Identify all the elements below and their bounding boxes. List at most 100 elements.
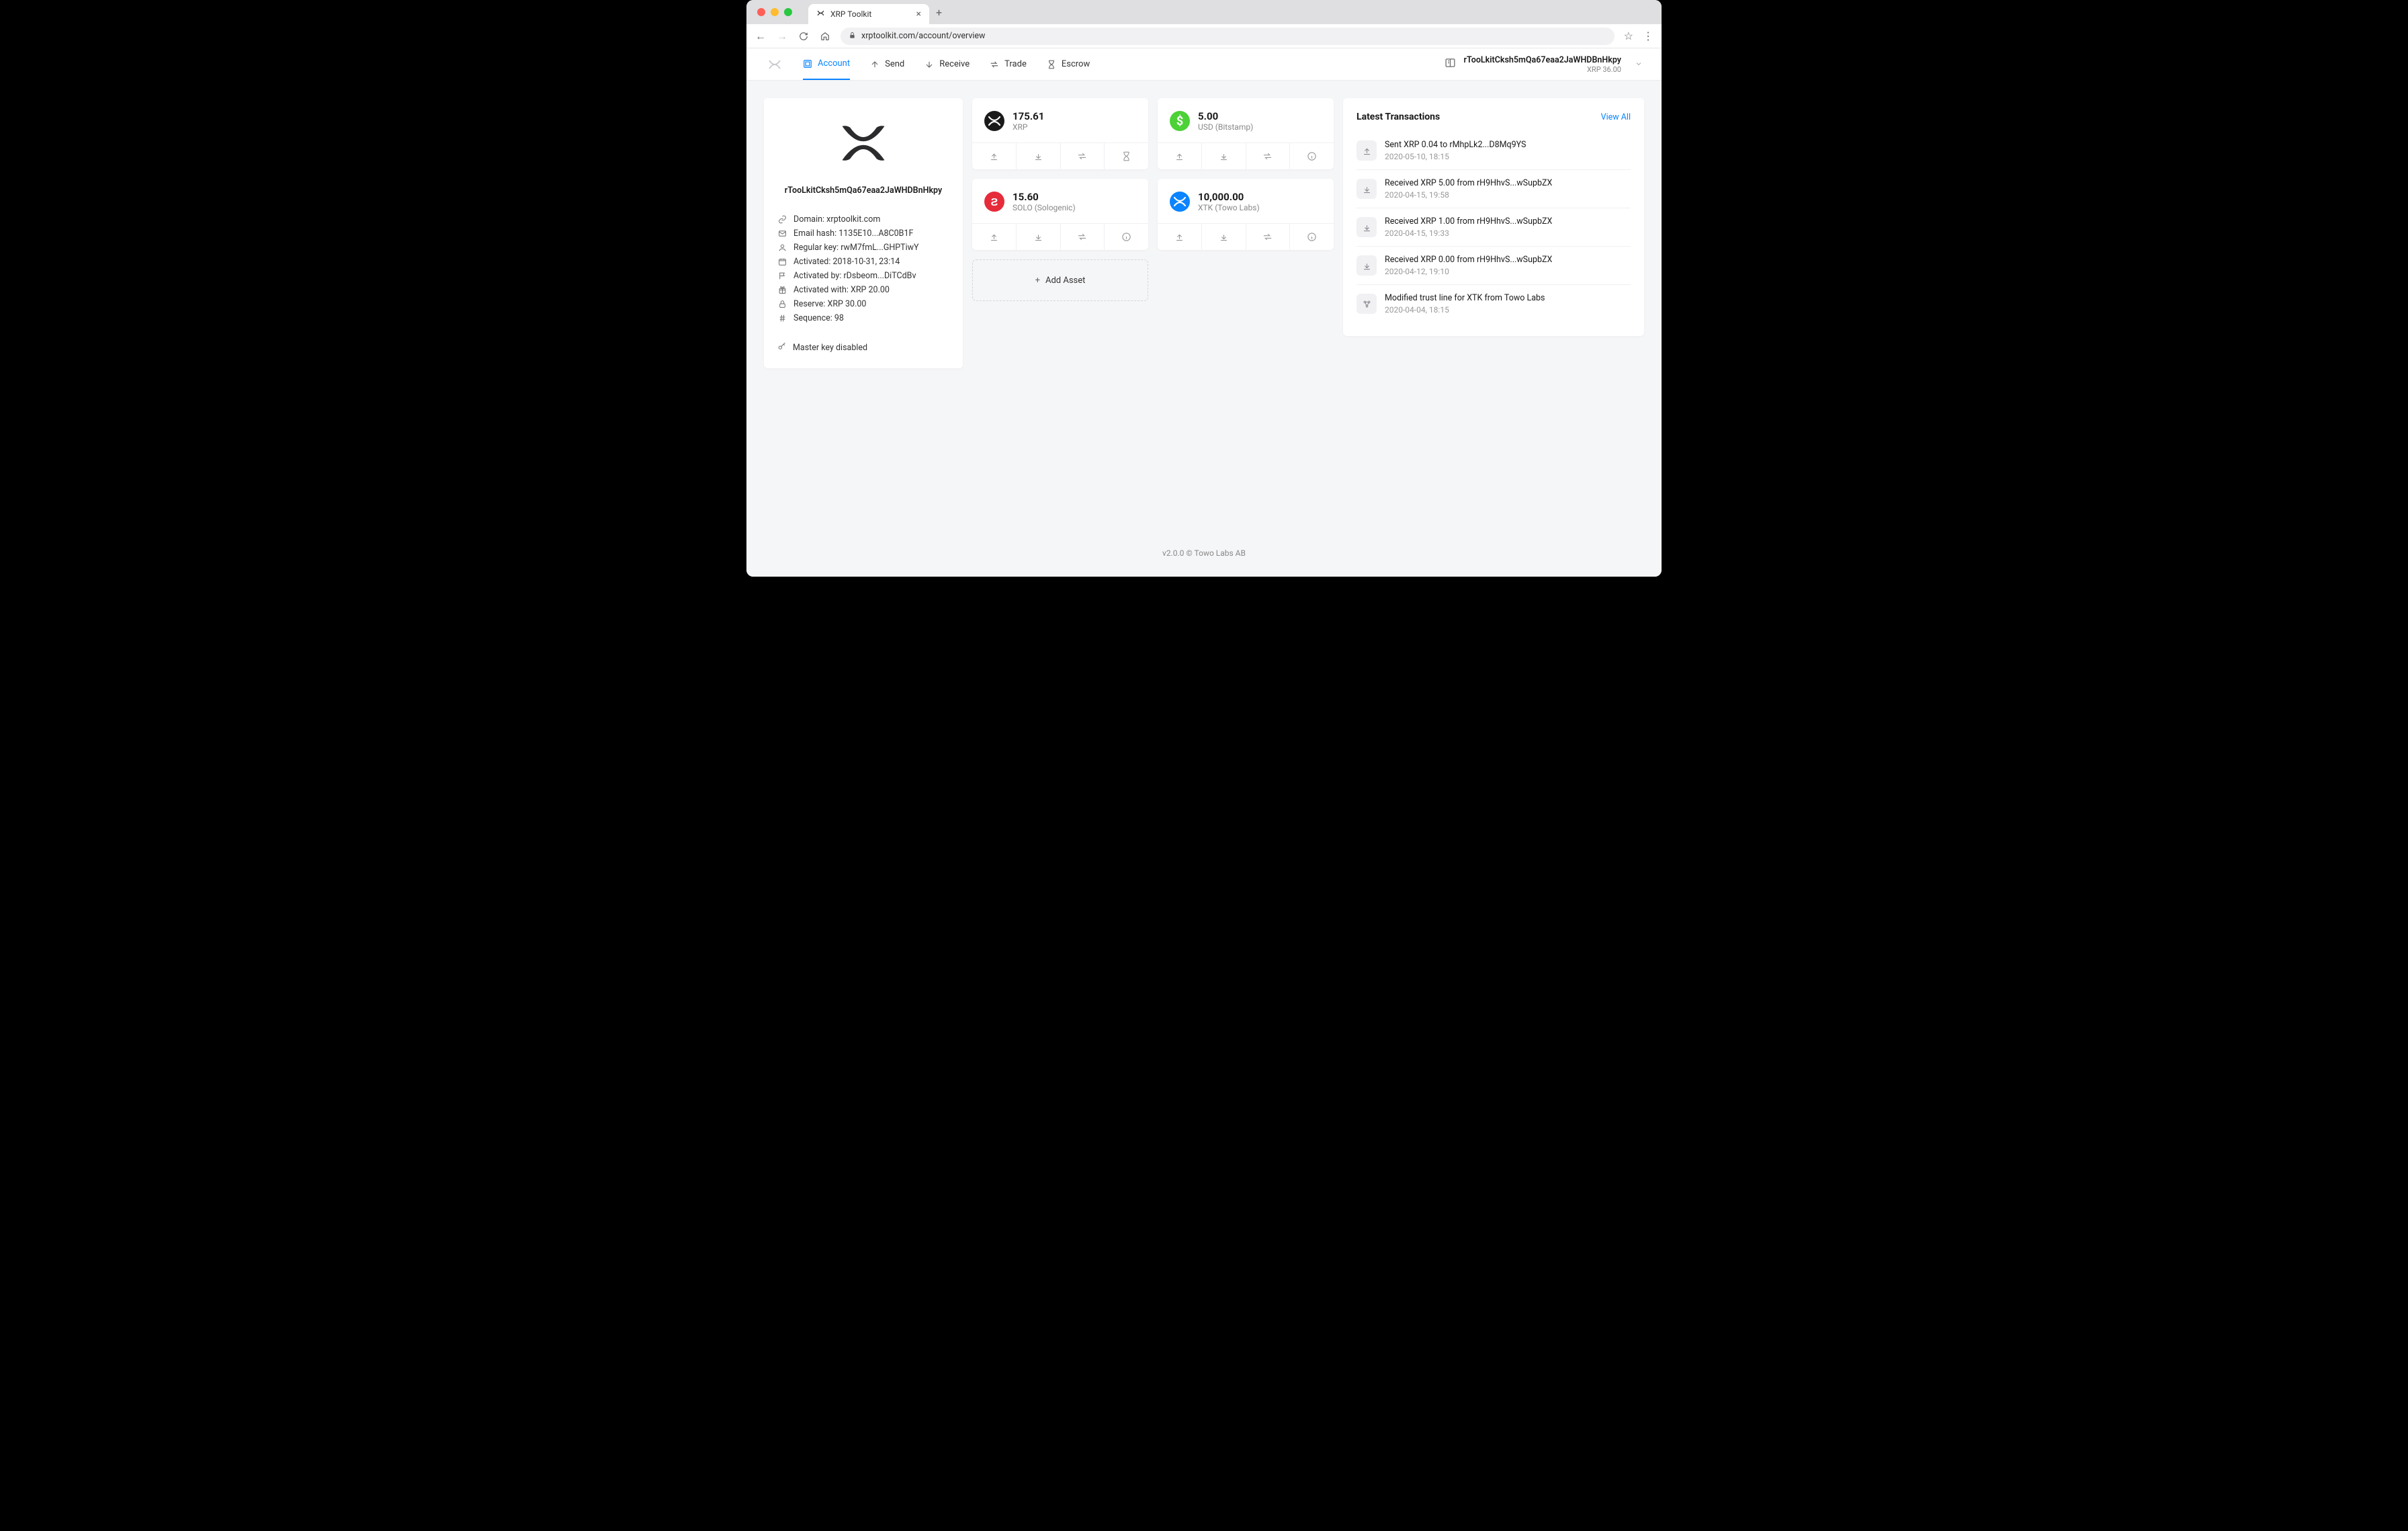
asset-send-button[interactable]: [972, 143, 1016, 169]
browser-tab[interactable]: XRP Toolkit ×: [808, 4, 929, 24]
transaction-item[interactable]: Received XRP 0.00 from rH9HhvS...wSupbZX…: [1357, 247, 1631, 285]
lock-icon: [777, 300, 787, 308]
home-button[interactable]: [819, 32, 831, 41]
tx-timestamp: 2020-04-15, 19:58: [1385, 190, 1552, 200]
browser-right-icons: ☆ ⋮: [1624, 30, 1653, 42]
escrow-nav-icon: [1047, 60, 1056, 69]
window-titlebar: XRP Toolkit × +: [746, 0, 1662, 24]
footer-text: v2.0.0 © Towo Labs AB: [746, 548, 1662, 558]
nav-label: Account: [818, 58, 850, 69]
plus-icon: +: [1035, 276, 1040, 286]
selector-balance: XRP 36.00: [1464, 65, 1621, 74]
asset-receive-button[interactable]: [1016, 143, 1060, 169]
asset-trade-button[interactable]: [1246, 224, 1290, 250]
asset-receive-button[interactable]: [1201, 224, 1246, 250]
app-root: Account Send Receive Trade Escrow rTooLkitCk…: [746, 48, 1662, 577]
asset-trade-button[interactable]: [1060, 143, 1105, 169]
asset-card-xtk: 10,000.00XTK (Towo Labs): [1158, 179, 1334, 250]
asset-receive-button[interactable]: [1016, 224, 1060, 250]
tx-receive-icon: [1357, 255, 1377, 276]
tx-receive-icon: [1357, 217, 1377, 237]
hash-icon: [777, 314, 787, 323]
tab-close-button[interactable]: ×: [916, 9, 921, 19]
transaction-item[interactable]: Received XRP 1.00 from rH9HhvS...wSupbZX…: [1357, 208, 1631, 247]
top-nav: Account Send Receive Trade Escrow rTooLkitCk…: [746, 48, 1662, 81]
asset-symbol: XRP: [1013, 122, 1044, 132]
tx-timestamp: 2020-05-10, 18:15: [1385, 152, 1526, 161]
meta-item: Regular key: rwM7fmL...GHPTiwY: [777, 243, 949, 253]
window-minimize-button[interactable]: [771, 8, 779, 16]
url-field[interactable]: xrptoolkit.com/account/overview: [841, 28, 1615, 45]
meta-item: Reserve: XRP 30.00: [777, 299, 949, 309]
url-text: xrptoolkit.com/account/overview: [861, 31, 985, 41]
tx-timestamp: 2020-04-15, 19:33: [1385, 229, 1552, 238]
asset-card-xrp: 175.61XRP: [972, 98, 1148, 169]
tx-timestamp: 2020-04-12, 19:10: [1385, 267, 1552, 276]
meta-label: Regular key: rwM7fmL...GHPTiwY: [793, 243, 919, 253]
nav-item-trade[interactable]: Trade: [990, 48, 1027, 80]
tx-description: Modified trust line for XTK from Towo La…: [1385, 293, 1545, 303]
solo-asset-icon: Ƨ: [984, 192, 1004, 212]
account-selector[interactable]: rTooLkitCksh5mQa67eaa2JaWHDBnHkpy XRP 36…: [1445, 55, 1643, 74]
meta-label: Activated by: rDsbeom...DiTCdBv: [793, 271, 916, 281]
new-tab-button[interactable]: +: [936, 6, 942, 19]
nav-item-send[interactable]: Send: [870, 48, 904, 80]
asset-info-button[interactable]: [1104, 224, 1148, 250]
address-bar: ← → xrptoolkit.com/account/overview ☆ ⋮: [746, 24, 1662, 48]
add-asset-label: Add Asset: [1045, 276, 1085, 286]
asset-info-button[interactable]: [1289, 224, 1334, 250]
nav-item-escrow[interactable]: Escrow: [1047, 48, 1090, 80]
link-icon: [777, 215, 787, 224]
key-icon: [777, 342, 786, 354]
meta-label: Domain: xrptoolkit.com: [793, 214, 880, 224]
meta-label: Activated with: XRP 20.00: [793, 285, 890, 295]
asset-symbol: XTK (Towo Labs): [1198, 203, 1260, 212]
asset-symbol: SOLO (Sologenic): [1013, 203, 1076, 212]
meta-item: Email hash: 1135E10...A8C0B1F: [777, 229, 949, 239]
tx-send-icon: [1357, 140, 1377, 161]
nav-item-account[interactable]: Account: [803, 48, 850, 80]
nav-label: Send: [885, 59, 904, 69]
svg-text:$: $: [1176, 114, 1183, 128]
tx-description: Sent XRP 0.04 to rMhpLk2...D8Mq9YS: [1385, 140, 1526, 150]
account-big-logo-icon: [777, 113, 949, 173]
app-logo-icon: [765, 55, 784, 74]
add-asset-button[interactable]: + Add Asset: [972, 259, 1148, 301]
account-card: rTooLkitCksh5mQa67eaa2JaWHDBnHkpy Domain…: [764, 98, 963, 368]
asset-trade-button[interactable]: [1060, 224, 1105, 250]
forward-button[interactable]: →: [776, 30, 788, 43]
asset-escrow-button[interactable]: [1104, 143, 1148, 169]
asset-amount: 15.60: [1013, 191, 1076, 203]
reload-button[interactable]: [798, 32, 810, 41]
window-close-button[interactable]: [757, 8, 765, 16]
master-key-status: Master key disabled: [777, 342, 949, 354]
asset-receive-button[interactable]: [1201, 143, 1246, 169]
calendar-icon: [777, 257, 787, 266]
asset-card-usd: $5.00USD (Bitstamp): [1158, 98, 1334, 169]
address-book-icon[interactable]: [1445, 57, 1456, 71]
tab-title: XRP Toolkit: [830, 9, 871, 19]
transaction-item[interactable]: Received XRP 5.00 from rH9HhvS...wSupbZX…: [1357, 170, 1631, 208]
nav-label: Escrow: [1062, 59, 1090, 69]
lock-icon: [849, 32, 856, 41]
asset-amount: 10,000.00: [1198, 191, 1260, 203]
asset-send-button[interactable]: [1158, 224, 1201, 250]
asset-info-button[interactable]: [1289, 143, 1334, 169]
transaction-item[interactable]: Sent XRP 0.04 to rMhpLk2...D8Mq9YS 2020-0…: [1357, 132, 1631, 170]
view-all-link[interactable]: View All: [1601, 112, 1631, 122]
asset-trade-button[interactable]: [1246, 143, 1290, 169]
back-button[interactable]: ←: [755, 30, 767, 43]
asset-symbol: USD (Bitstamp): [1198, 122, 1253, 132]
meta-label: Activated: 2018-10-31, 23:14: [793, 257, 900, 267]
tx-timestamp: 2020-04-04, 18:15: [1385, 305, 1545, 315]
asset-send-button[interactable]: [1158, 143, 1201, 169]
account-nav-icon: [803, 59, 812, 69]
asset-send-button[interactable]: [972, 224, 1016, 250]
window-maximize-button[interactable]: [784, 8, 792, 16]
xrp-asset-icon: [984, 111, 1004, 131]
selector-address: rTooLkitCksh5mQa67eaa2JaWHDBnHkpy: [1464, 55, 1621, 65]
transaction-item[interactable]: Modified trust line for XTK from Towo La…: [1357, 285, 1631, 323]
browser-menu-icon[interactable]: ⋮: [1643, 30, 1653, 42]
bookmark-star-icon[interactable]: ☆: [1624, 30, 1633, 42]
nav-item-receive[interactable]: Receive: [924, 48, 970, 80]
